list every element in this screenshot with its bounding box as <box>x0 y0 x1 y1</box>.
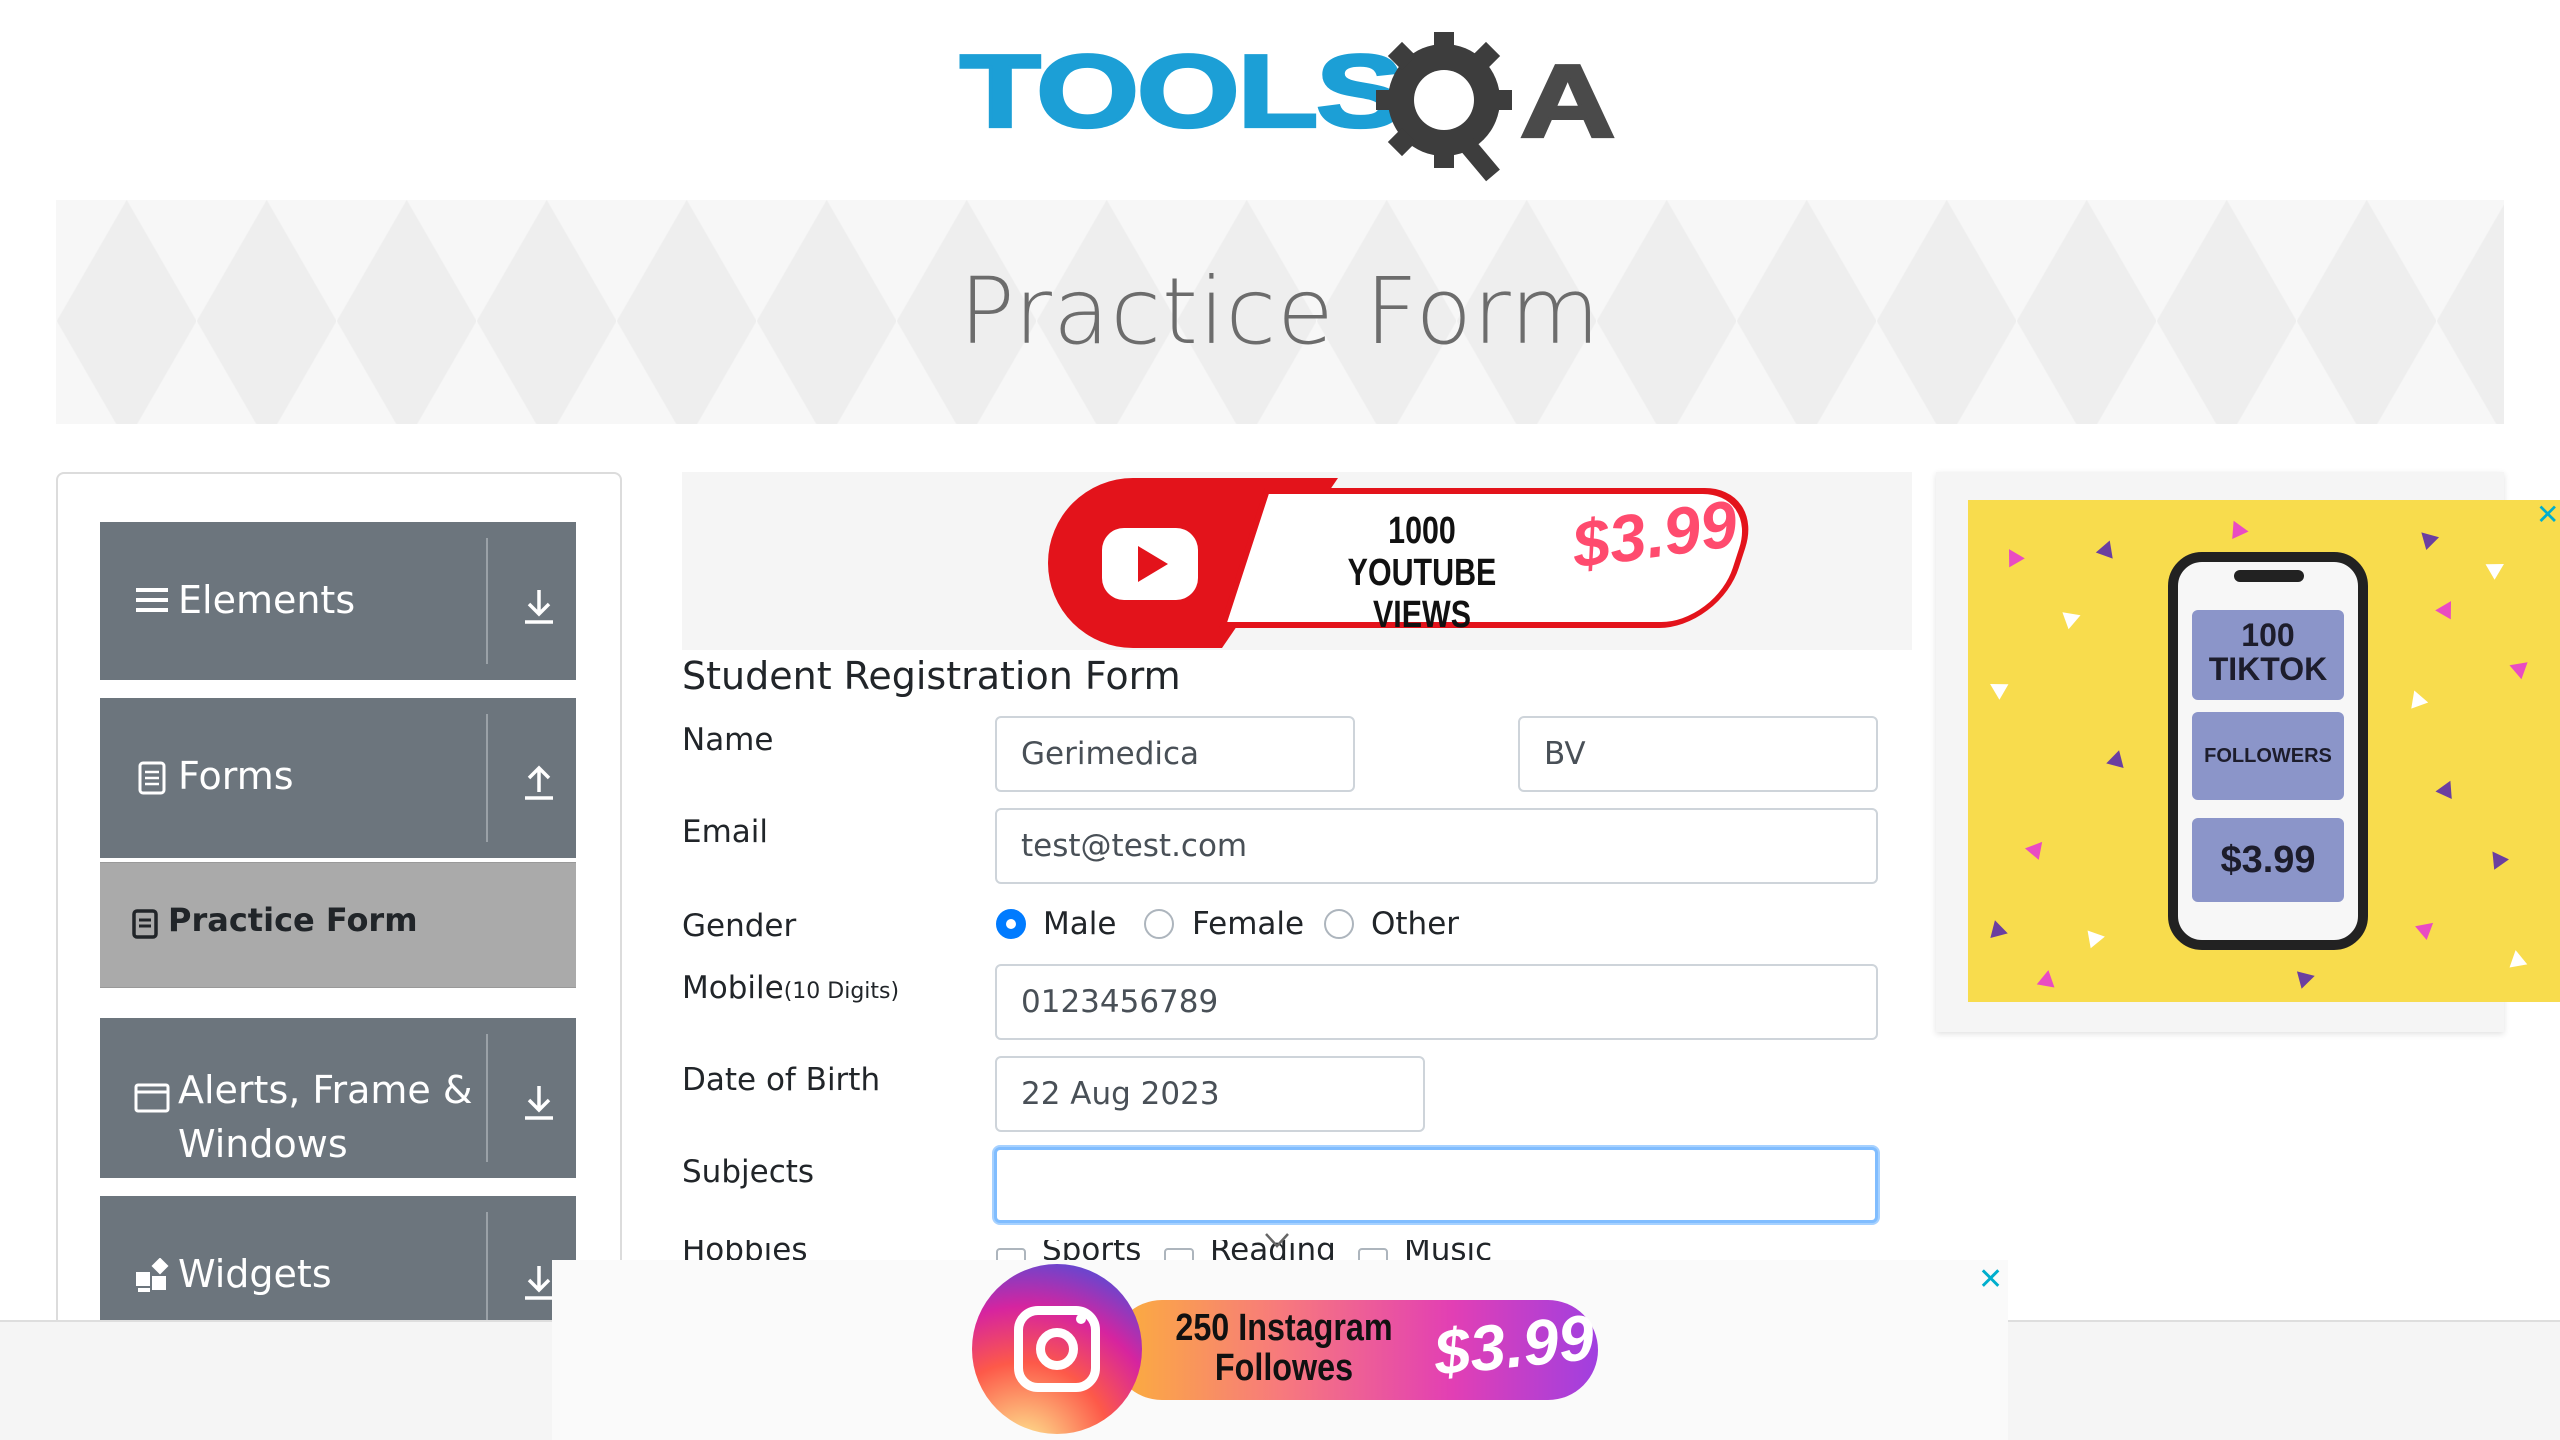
mobile-input[interactable]: 0123456789 <box>995 964 1878 1040</box>
sidebar-item-practice-form[interactable]: Practice Form <box>100 862 576 988</box>
chevron-down-icon[interactable] <box>1264 1232 1290 1250</box>
gender-radio-male[interactable] <box>996 909 1026 939</box>
page-title: Practice Form <box>959 258 1601 365</box>
sidebar-group-label-line1: Alerts, Frame & <box>178 1068 473 1112</box>
confetti <box>2414 525 2440 551</box>
confetti <box>2405 687 2429 709</box>
divider <box>486 1034 488 1162</box>
widgets-icon <box>136 1258 169 1292</box>
dob-input[interactable]: 22 Aug 2023 <box>995 1056 1425 1132</box>
close-icon[interactable]: ✕ <box>1978 1262 2003 1297</box>
gear-magnifier-icon <box>1376 32 1512 182</box>
gender-label-other[interactable]: Other <box>1371 906 1459 942</box>
sidebar-group-label: Forms <box>178 754 294 798</box>
divider <box>486 538 488 664</box>
email-input[interactable]: test@test.com <box>995 808 1878 884</box>
gender-radio-female[interactable] <box>1144 909 1174 939</box>
confetti <box>2415 915 2439 941</box>
confetti <box>2435 776 2459 800</box>
sidebar: Elements Forms Practice Form Alerts, Fra… <box>56 472 622 1354</box>
sidebar-group-label-line2: Windows <box>178 1122 348 1166</box>
youtube-views-ad[interactable]: 1000 YOUTUBE VIEWS $3.99 <box>682 472 1912 650</box>
instagram-dot <box>1076 1314 1086 1324</box>
confetti <box>2506 656 2528 680</box>
play-triangle-icon <box>1138 546 1168 582</box>
confetti <box>2087 927 2107 949</box>
confetti <box>2062 606 2084 630</box>
ad-text-line1: 1000 <box>1388 510 1456 552</box>
dob-label: Date of Birth <box>682 1062 881 1098</box>
upload-arrow-icon[interactable] <box>520 762 558 802</box>
subjects-label: Subjects <box>682 1154 815 1190</box>
document-icon <box>138 761 166 795</box>
sidebar-group-label: Widgets <box>178 1252 332 1296</box>
ad-text-line1: 250 Instagram <box>1175 1307 1393 1349</box>
download-arrow-icon[interactable] <box>520 586 558 626</box>
toolsqa-logo[interactable]: TOOLS A <box>958 28 1617 188</box>
logo-brand-left: TOOLS <box>958 33 1406 149</box>
ad-text-line2: Followes <box>1214 1347 1354 1389</box>
ad-text-line2: YOUTUBE VIEWS <box>1347 552 1497 636</box>
confetti <box>2225 516 2249 540</box>
last-name-input[interactable]: BV <box>1518 716 1878 792</box>
confetti <box>2106 747 2128 769</box>
tiktok-price-card: $3.99 <box>2192 818 2344 902</box>
sidebar-item-label: Practice Form <box>168 901 418 939</box>
confetti <box>2001 544 2025 568</box>
sidebar-group-alerts-frame-windows[interactable]: Alerts, Frame & Windows <box>100 1018 576 1178</box>
confetti <box>2485 846 2509 870</box>
confetti <box>1986 917 2008 939</box>
divider <box>486 714 488 842</box>
phone-notch <box>2234 570 2304 582</box>
subjects-input[interactable] <box>994 1147 1878 1223</box>
ad-text: 1000 YOUTUBE VIEWS <box>1326 510 1518 636</box>
sidebar-group-forms[interactable]: Forms <box>100 698 576 858</box>
download-arrow-icon[interactable] <box>520 1082 558 1122</box>
tiktok-followers-ad[interactable]: 100 TIKTOK FOLLOWERS $3.99 <box>1968 500 2560 1002</box>
tiktok-count: 100 <box>2241 617 2295 653</box>
mobile-label: Mobile(10 Digits) <box>682 970 899 1006</box>
confetti <box>1985 676 2009 700</box>
mobile-label-text: Mobile <box>682 970 784 1006</box>
page-banner: Practice Form <box>56 200 2504 424</box>
tiktok-unit-card: FOLLOWERS <box>2192 712 2344 800</box>
confetti <box>2024 836 2050 860</box>
name-label: Name <box>682 722 774 758</box>
confetti <box>2296 967 2318 989</box>
confetti <box>2506 948 2528 968</box>
confetti <box>2036 968 2058 988</box>
confetti <box>2435 596 2459 620</box>
tiktok-platform: TIKTOK <box>2208 651 2328 687</box>
first-name-input[interactable]: Gerimedica <box>995 716 1355 792</box>
confetti <box>2095 537 2119 559</box>
form-icon <box>132 909 158 939</box>
gender-label: Gender <box>682 908 797 944</box>
close-icon[interactable]: ✕ <box>2536 501 2559 529</box>
menu-icon <box>136 588 168 612</box>
logo-brand-right: A <box>1518 43 1617 159</box>
tiktok-count-card: 100 TIKTOK <box>2192 610 2344 700</box>
gender-label-male[interactable]: Male <box>1043 906 1116 942</box>
email-label: Email <box>682 814 769 850</box>
mobile-hint: (10 Digits) <box>783 979 900 1004</box>
instagram-followers-ad[interactable]: 250 Instagram Followes $3.99 <box>552 1260 2008 1440</box>
instagram-lens <box>1036 1328 1078 1370</box>
sidebar-group-elements[interactable]: Elements <box>100 522 576 680</box>
form-title: Student Registration Form <box>682 654 1181 698</box>
gender-radio-other[interactable] <box>1324 909 1354 939</box>
gender-label-female[interactable]: Female <box>1192 906 1304 942</box>
phone-graphic: 100 TIKTOK FOLLOWERS $3.99 <box>2168 552 2368 950</box>
confetti <box>2485 556 2509 580</box>
ad-text: 250 Instagram Followes <box>1165 1308 1403 1388</box>
sidebar-group-label: Elements <box>178 578 356 622</box>
window-icon <box>134 1083 170 1113</box>
